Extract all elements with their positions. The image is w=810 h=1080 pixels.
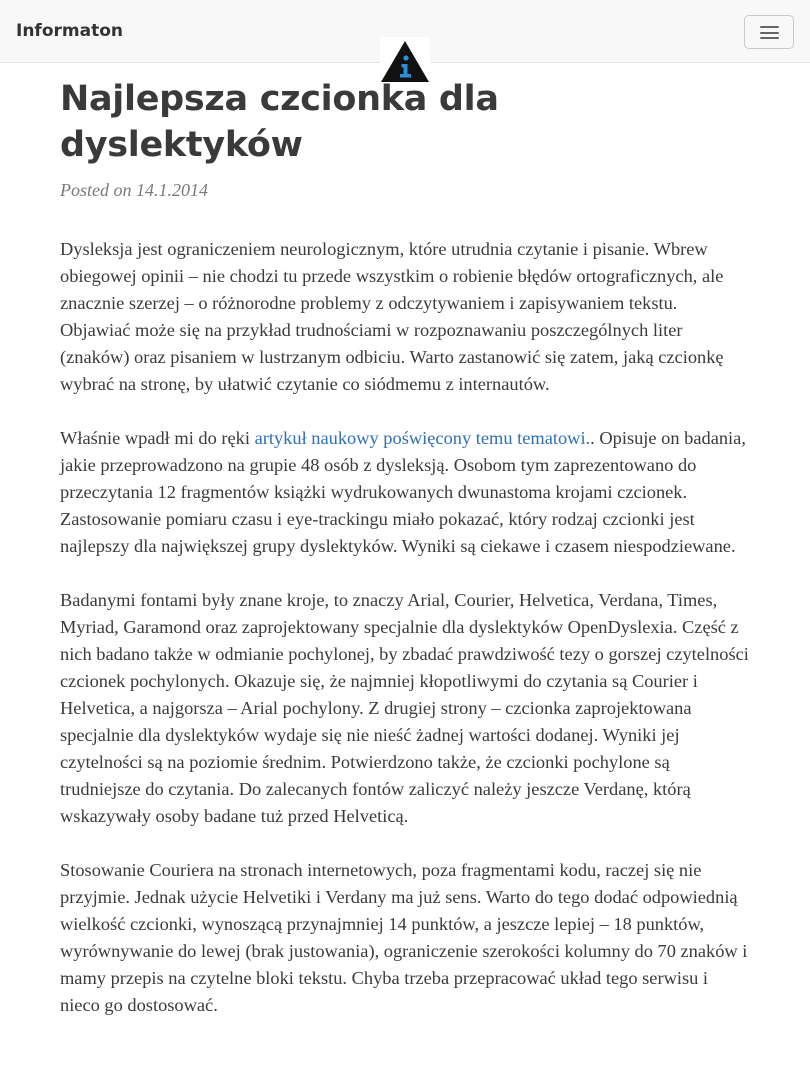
navbar-toggle-button[interactable]	[744, 15, 794, 49]
posted-label: Posted on	[60, 180, 132, 200]
hamburger-icon	[760, 26, 779, 39]
paragraph-4: Stosowanie Couriera na stronach internet…	[60, 860, 748, 1015]
article-link[interactable]: artykuł naukowy poświęcony temu tematowi…	[255, 428, 591, 448]
post-title: Najlepsza czcionka dla dyslektyków	[60, 79, 499, 165]
paragraph-2-start: Właśnie wpadł mi do ręki	[60, 428, 255, 448]
brand-link[interactable]: Informaton	[16, 20, 123, 42]
post-content: Najlepsza czcionka dla dyslektyków Poste…	[60, 76, 752, 1019]
post-meta: Posted on 14.1.2014	[60, 178, 752, 202]
post-date: 14.1.2014	[136, 180, 208, 200]
paragraph-3: Badanymi fontami były znane kroje, to zn…	[60, 590, 749, 826]
paragraph-2: Właśnie wpadł mi do ręki artykuł naukowy…	[60, 425, 752, 560]
paragraph-1: Dysleksja jest ograniczeniem neurologicz…	[60, 239, 724, 394]
